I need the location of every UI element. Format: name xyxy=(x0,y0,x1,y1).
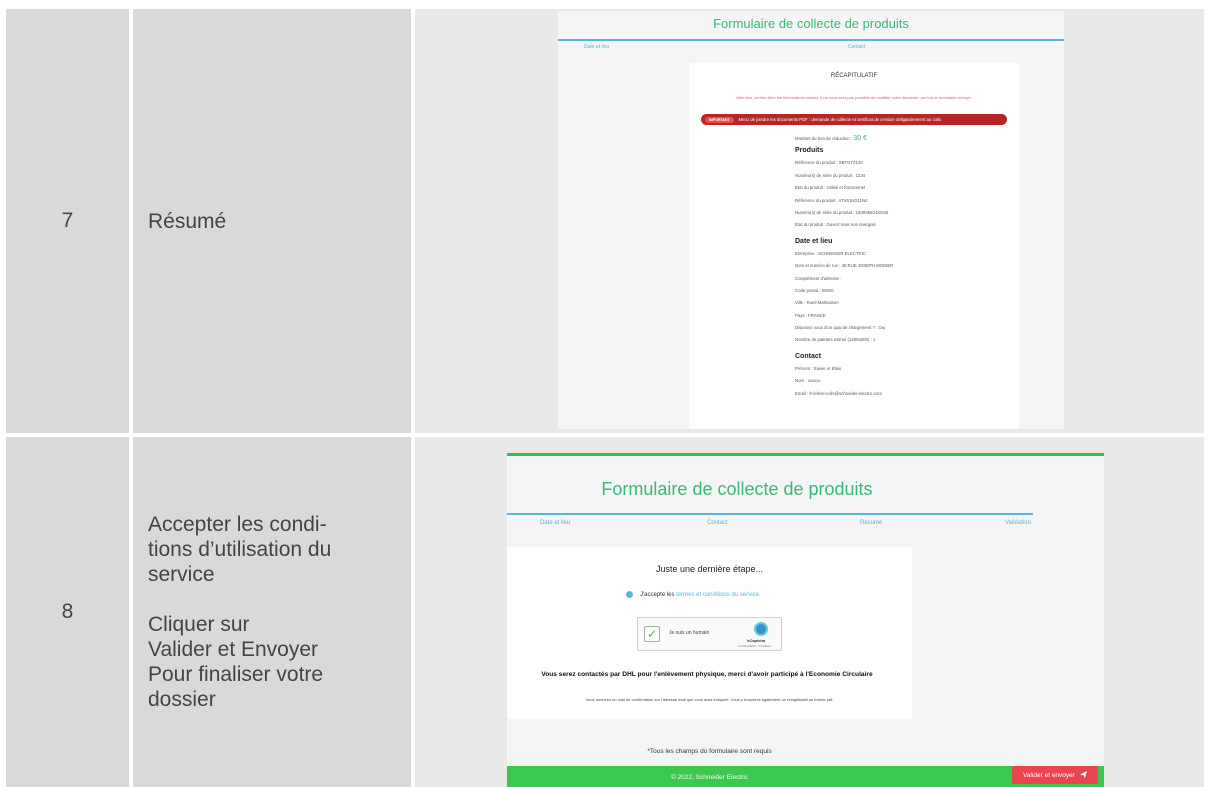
accept-terms-radio[interactable] xyxy=(626,591,633,598)
summary-screenshot: Formulaire de collecte de produits Date … xyxy=(558,11,1064,429)
form-title: Formulaire de collecte de produits xyxy=(601,479,873,499)
product-line: État du produit : Utilisé et fonctionnel xyxy=(795,185,865,191)
important-banner: IMPORTANT Merci de joindre les documents… xyxy=(701,114,1007,125)
progress-bar xyxy=(558,39,1064,41)
contact-line: Email : fr-lehive-colis@schneider-electr… xyxy=(795,390,882,396)
voucher-value: 30 € xyxy=(853,135,867,142)
dhl-contact-text: Vous serez contactés par DHL pour l'enlè… xyxy=(541,671,873,678)
form-title: Formulaire de collecte de produits xyxy=(713,16,909,31)
date-heading: Date et lieu xyxy=(795,237,833,245)
confirmation-text: Vous recevrez un mail de confirmation su… xyxy=(585,697,834,702)
validation-screenshot: Formulaire de collecte de produits Date … xyxy=(507,453,1104,787)
accept-prefix: J'accepte les xyxy=(640,592,675,598)
product-line: Référence du produit : XBTGT2120 xyxy=(795,160,863,166)
product-line: Numéro(s) de série du produit : 1609356G… xyxy=(795,209,889,215)
date-line: Disposez vous d'un quai de chargement ? … xyxy=(795,325,886,331)
submit-label: Valider et envoyer xyxy=(1023,771,1075,779)
progress-bar xyxy=(507,513,1033,515)
step-description: Résumé xyxy=(133,9,411,433)
required-note: *Tous les champs du formulaire sont requ… xyxy=(647,748,772,755)
terms-link[interactable]: termes et conditions du service. xyxy=(676,592,760,598)
step-description-text: Résumé xyxy=(148,209,227,233)
product-line: État du produit : Ouvert mais non énergi… xyxy=(795,222,876,228)
important-text: Merci de joindre les documents PDF : dem… xyxy=(738,117,942,122)
hcaptcha-widget: ✓ Je suis un humain hCaptcha Confidentia… xyxy=(637,617,782,651)
screenshot-cell: Formulaire de collecte de produits Date … xyxy=(415,9,1204,433)
step-description: Accepter les condi- tions d’utilisation … xyxy=(133,437,411,787)
date-line: Complément d'adresse : xyxy=(795,275,842,281)
contact-line: Prénom : Xavier et Elias xyxy=(795,365,842,371)
warning-text: Attention, vérifiez bien les information… xyxy=(736,95,972,100)
date-line: Nom et numéro de rue : 45 RUE JOSEPH MON… xyxy=(795,263,894,269)
products-heading: Produits xyxy=(795,147,824,155)
tab-validation[interactable]: Validation xyxy=(1005,520,1031,526)
contact-heading: Contact xyxy=(795,352,822,360)
accept-terms-label: J'accepte les termes et conditions du se… xyxy=(640,592,761,598)
captcha-checkbox[interactable]: ✓ xyxy=(644,626,660,642)
step-number: 7 xyxy=(6,9,129,433)
contact-line: Nom : xxxxxx xyxy=(795,378,821,384)
date-line: Pays : FRANCE xyxy=(795,312,826,318)
captcha-privacy-link[interactable]: Confidentialité - Conditions xyxy=(738,644,771,648)
tab-date-et-lieu[interactable]: Date et lieu xyxy=(584,44,609,50)
voucher-line: Montant du bon de réduction : 30 € xyxy=(795,133,1005,145)
tab-contact[interactable]: Contact xyxy=(848,44,865,50)
footer: © 2022, Schneider Electric Valider et en… xyxy=(507,766,1104,787)
send-icon xyxy=(1079,770,1087,780)
screenshot-cell: Formulaire de collecte de produits Date … xyxy=(415,437,1204,787)
step-number: 8 xyxy=(6,437,129,787)
recap-card: RÉCAPITULATIF Attention, vérifiez bien l… xyxy=(689,63,1019,429)
product-line: Référence du produit : ATV61HD11N4 xyxy=(795,197,868,203)
important-badge: IMPORTANT xyxy=(705,116,734,123)
submit-button[interactable]: Valider et envoyer xyxy=(1012,766,1098,784)
tab-contact[interactable]: Contact xyxy=(707,520,728,526)
recap-list: Montant du bon de réduction : 30 € Produ… xyxy=(795,133,1005,400)
date-line: Code postal : 92500 xyxy=(795,287,834,293)
copyright: © 2022, Schneider Electric xyxy=(670,774,749,781)
recap-title: RÉCAPITULATIF xyxy=(830,73,878,79)
date-line: Entreprise : SCHNEIDER ELECTRIC xyxy=(795,250,866,256)
top-accent-bar xyxy=(507,453,1104,456)
table-row-step-7: 7 Résumé Formulaire de collecte de produ… xyxy=(0,9,1210,433)
tab-date-et-lieu[interactable]: Date et lieu xyxy=(540,520,570,526)
last-step-heading: Juste une dernière étape... xyxy=(655,564,764,574)
product-line: Numéro(s) de série du produit : 1234 xyxy=(795,172,866,178)
step-description-text: Accepter les condi- tions d’utilisation … xyxy=(148,513,332,711)
hcaptcha-logo-icon xyxy=(754,622,768,636)
date-line: Nombre de palettes estimé (1200x800) : 1 xyxy=(795,337,876,343)
table-row-step-8: 8 Accepter les condi- tions d’utilisatio… xyxy=(0,437,1210,787)
tab-resume[interactable]: Résumé xyxy=(860,520,882,526)
captcha-label: Je suis un humain xyxy=(669,630,710,636)
voucher-label: Montant du bon de réduction : xyxy=(795,136,853,141)
validation-card: Juste une dernière étape... J'accepte le… xyxy=(507,547,912,719)
date-line: Ville : Rueil-Malmaison xyxy=(795,300,839,306)
captcha-brand: hCaptcha xyxy=(747,638,766,643)
